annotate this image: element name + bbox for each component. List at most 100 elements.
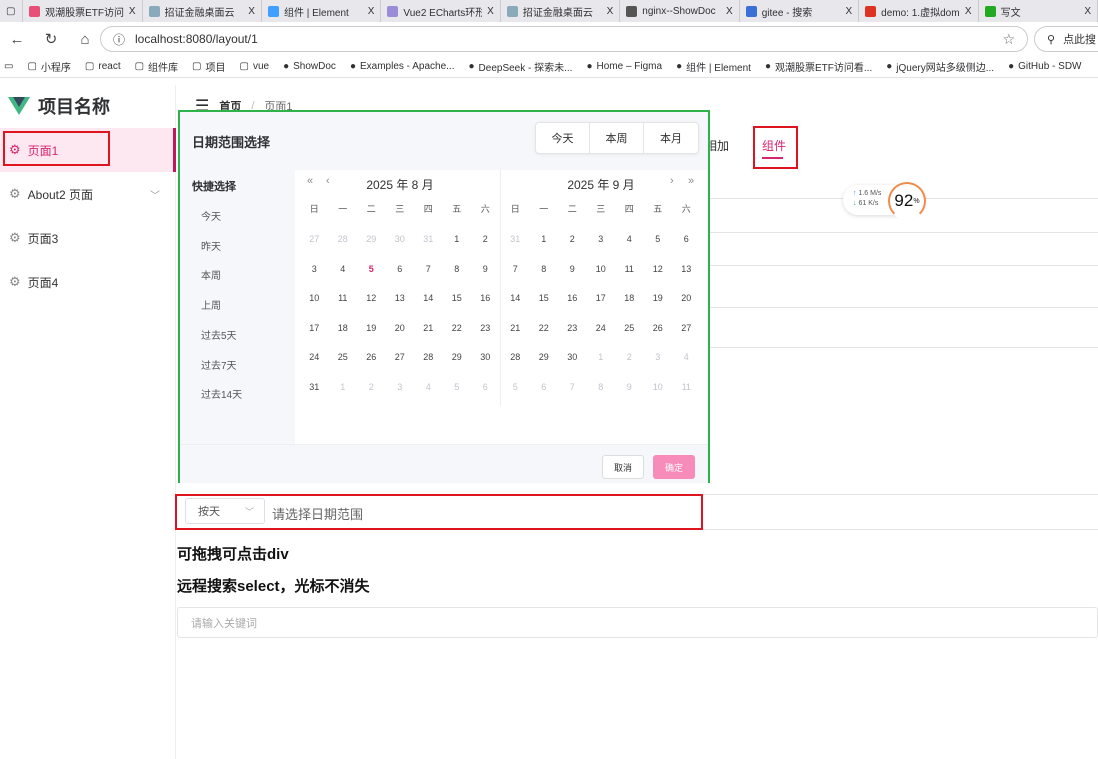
calendar-day[interactable]: 7	[558, 382, 587, 392]
calendar-day[interactable]: 4	[329, 264, 358, 274]
preset-today-button[interactable]: 今天	[536, 123, 590, 153]
browser-tab[interactable]: 招证金融桌面云 X	[143, 0, 262, 22]
sidebar-item-page3[interactable]: ⚙ 页面3	[0, 216, 176, 260]
bookmark-item[interactable]: ● ShowDoc	[283, 61, 336, 72]
bookmark-item[interactable]: ● DeepSeek - 探索未...	[468, 59, 572, 74]
calendar-day[interactable]: 9	[471, 264, 500, 274]
close-tab-icon[interactable]: X	[845, 6, 852, 17]
close-tab-icon[interactable]: X	[368, 6, 375, 17]
close-tab-icon[interactable]: X	[487, 6, 494, 17]
preset-month-button[interactable]: 本月	[644, 123, 698, 153]
calendar-day[interactable]: 10	[644, 382, 673, 392]
calendar-day[interactable]: 19	[644, 293, 673, 303]
quick-select-item[interactable]: 本周	[201, 267, 221, 282]
browser-tab[interactable]: 观潮股票ETF访问看 X	[23, 0, 143, 22]
quick-select-item[interactable]: 上周	[201, 297, 221, 312]
calendar-day[interactable]: 4	[615, 234, 644, 244]
calendar-day[interactable]: 12	[357, 293, 386, 303]
reading-list-icon[interactable]: ▭	[4, 61, 13, 72]
calendar-day[interactable]: 2	[471, 234, 500, 244]
url-field[interactable]: ⓘ localhost:8080/layout/1 ☆	[100, 26, 1028, 52]
calendar-day[interactable]: 9	[558, 264, 587, 274]
calendar-day[interactable]: 4	[672, 352, 701, 362]
calendar-day[interactable]: 6	[471, 382, 500, 392]
bookmark-item[interactable]: ● 组件 | Element	[676, 59, 751, 74]
quick-select-item[interactable]: 昨天	[201, 238, 221, 253]
calendar-day[interactable]: 8	[443, 264, 472, 274]
close-tab-icon[interactable]: X	[129, 6, 136, 17]
calendar-day[interactable]: 31	[414, 234, 443, 244]
calendar-day[interactable]: 6	[530, 382, 559, 392]
calendar-day[interactable]: 3	[386, 382, 415, 392]
calendar-day[interactable]: 6	[386, 264, 415, 274]
calendar-day[interactable]: 2	[615, 352, 644, 362]
calendar-day[interactable]: 28	[501, 352, 530, 362]
calendar-day[interactable]: 26	[357, 352, 386, 362]
calendar-day[interactable]: 16	[558, 293, 587, 303]
calendar-day[interactable]: 5	[501, 382, 530, 392]
calendar-day[interactable]: 17	[587, 293, 616, 303]
calendar-day[interactable]: 19	[357, 323, 386, 333]
browser-tab[interactable]: Vue2 ECharts环形 X	[381, 0, 501, 22]
calendar-day[interactable]: 16	[471, 293, 500, 303]
calendar-day[interactable]: 24	[587, 323, 616, 333]
calendar-day[interactable]: 7	[414, 264, 443, 274]
calendar-day[interactable]: 15	[530, 293, 559, 303]
calendar-day[interactable]: 27	[386, 352, 415, 362]
calendar-day[interactable]: 5	[357, 264, 386, 274]
tab-overview-icon[interactable]: ▢	[0, 0, 24, 22]
calendar-day[interactable]: 29	[443, 352, 472, 362]
bookmark-item[interactable]: ● Home – Figma	[586, 61, 662, 72]
calendar-day[interactable]: 7	[501, 264, 530, 274]
calendar-day[interactable]: 24	[300, 352, 329, 362]
calendar-day[interactable]: 25	[329, 352, 358, 362]
calendar-day[interactable]: 8	[530, 264, 559, 274]
calendar-day[interactable]: 18	[329, 323, 358, 333]
browser-tab[interactable]: 写文 X	[979, 0, 1098, 22]
calendar-day[interactable]: 1	[530, 234, 559, 244]
keyword-search-input[interactable]: 请输入关键词	[177, 607, 1098, 638]
calendar-day[interactable]: 21	[501, 323, 530, 333]
preset-week-button[interactable]: 本周	[590, 123, 644, 153]
close-tab-icon[interactable]: X	[965, 6, 972, 17]
calendar-day[interactable]: 31	[501, 234, 530, 244]
bookmark-item[interactable]: ▢ 小程序	[27, 59, 70, 74]
calendar-day[interactable]: 11	[329, 293, 358, 303]
calendar-day[interactable]: 10	[587, 264, 616, 274]
calendar-day[interactable]: 13	[672, 264, 701, 274]
calendar-day[interactable]: 26	[644, 323, 673, 333]
next-year-icon[interactable]: »	[688, 175, 694, 187]
cancel-button[interactable]: 取消	[602, 455, 644, 479]
calendar-day[interactable]: 28	[329, 234, 358, 244]
calendar-day[interactable]: 1	[329, 382, 358, 392]
calendar-day[interactable]: 8	[587, 382, 616, 392]
calendar-day[interactable]: 9	[615, 382, 644, 392]
calendar-day[interactable]: 1	[587, 352, 616, 362]
calendar-day[interactable]: 27	[672, 323, 701, 333]
calendar-day[interactable]: 5	[644, 234, 673, 244]
calendar-day[interactable]: 23	[558, 323, 587, 333]
calendar-day[interactable]: 4	[414, 382, 443, 392]
quick-select-item[interactable]: 今天	[201, 208, 221, 223]
calendar-day[interactable]: 3	[587, 234, 616, 244]
bookmark-item[interactable]: ● jQuery网站多级侧边...	[886, 59, 994, 74]
confirm-button[interactable]: 确定	[653, 455, 695, 479]
calendar-day[interactable]: 3	[644, 352, 673, 362]
calendar-day[interactable]: 1	[443, 234, 472, 244]
calendar-day[interactable]: 5	[443, 382, 472, 392]
bookmark-item[interactable]: ● 观潮股票ETF访问看...	[765, 59, 872, 74]
home-icon[interactable]: ⌂	[68, 31, 102, 48]
calendar-day[interactable]: 2	[357, 382, 386, 392]
calendar-day[interactable]: 6	[672, 234, 701, 244]
close-tab-icon[interactable]: X	[1084, 6, 1091, 17]
calendar-day[interactable]: 29	[530, 352, 559, 362]
quick-select-item[interactable]: 过去5天	[201, 327, 237, 342]
quick-select-item[interactable]: 过去14天	[201, 386, 242, 401]
calendar-day[interactable]: 22	[530, 323, 559, 333]
bookmark-item[interactable]: ▢ vue	[240, 61, 270, 72]
calendar-day[interactable]: 28	[414, 352, 443, 362]
back-icon[interactable]: ←	[0, 31, 34, 48]
calendar-day[interactable]: 11	[672, 382, 701, 392]
calendar-day[interactable]: 18	[615, 293, 644, 303]
star-icon[interactable]: ☆	[1002, 31, 1015, 48]
